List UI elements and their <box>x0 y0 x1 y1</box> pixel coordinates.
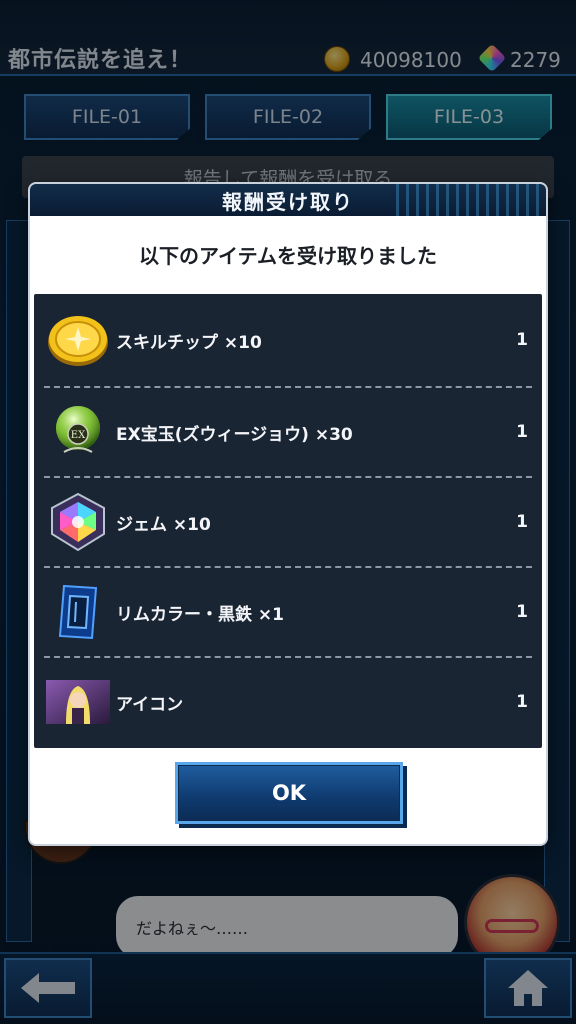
dialog-title: 報酬受け取り <box>222 189 354 214</box>
dialog-header: 報酬受け取り <box>30 184 546 216</box>
reward-qty: 1 <box>516 692 528 712</box>
reward-row-rim-color: リムカラー・黒鉄 ×1 1 <box>34 568 542 656</box>
ex-orb-icon: EX <box>56 406 100 453</box>
reward-qty: 1 <box>516 422 528 442</box>
reward-row-gem: ジェム ×10 1 <box>34 478 542 566</box>
reward-name: アイコン <box>116 694 184 715</box>
reward-name: スキルチップ ×10 <box>116 332 262 353</box>
avatar-icon <box>46 680 110 724</box>
dialog-message: 以下のアイテムを受け取りました <box>139 243 437 268</box>
ok-button[interactable]: OK <box>175 762 403 824</box>
gem-icon <box>51 492 105 552</box>
reward-list: スキルチップ ×10 1 EX EX宝玉(ズウィージョウ) ×30 1 ジェム … <box>34 294 542 748</box>
reward-qty: 1 <box>516 602 528 622</box>
reward-dialog: 報酬受け取り 以下のアイテムを受け取りました スキルチップ ×10 1 EX E… <box>30 184 546 844</box>
reward-row-avatar-icon: アイコン 1 <box>34 658 542 746</box>
reward-qty: 1 <box>516 512 528 532</box>
reward-row-skill-chip: スキルチップ ×10 1 <box>34 296 542 384</box>
svg-text:EX: EX <box>71 430 86 441</box>
reward-qty: 1 <box>516 330 528 350</box>
rim-color-icon <box>58 584 98 640</box>
reward-row-ex-orb: EX EX宝玉(ズウィージョウ) ×30 1 <box>34 388 542 476</box>
reward-name: EX宝玉(ズウィージョウ) ×30 <box>116 424 353 445</box>
reward-name: リムカラー・黒鉄 ×1 <box>116 604 284 625</box>
skill-chip-icon <box>48 316 108 366</box>
reward-name: ジェム ×10 <box>116 514 211 535</box>
